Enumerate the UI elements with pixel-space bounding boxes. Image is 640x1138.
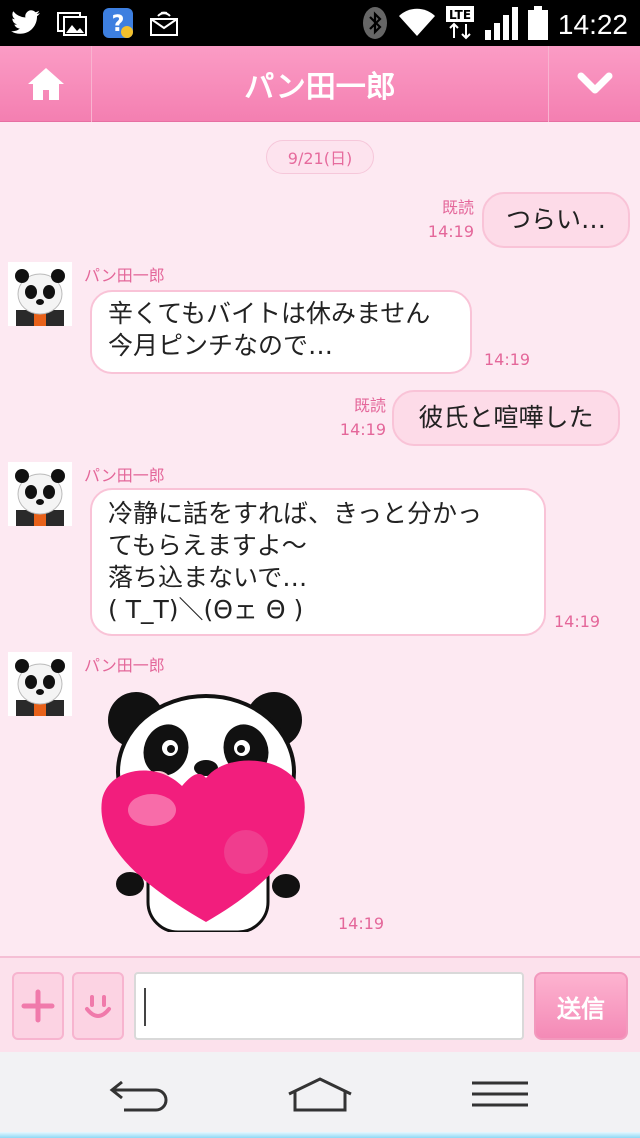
chevron-down-icon	[577, 72, 612, 94]
sender-name: パン田一郎	[84, 466, 165, 485]
avatar[interactable]	[8, 652, 72, 716]
smile-icon	[85, 995, 111, 1018]
status-bar: ? LTE 14:22	[0, 0, 640, 46]
avatar[interactable]	[8, 262, 72, 326]
home-nav-button[interactable]	[280, 1070, 360, 1118]
status-clock: 14:22	[557, 9, 628, 40]
avatar[interactable]	[8, 462, 72, 526]
read-receipt: 既読 14:19	[420, 196, 474, 244]
message-input-bar: 送信	[0, 956, 640, 1052]
lte-icon: LTE	[445, 6, 474, 44]
incoming-message[interactable]: 辛くてもバイトは休みません 今月ピンチなので…	[90, 290, 472, 374]
incoming-message[interactable]: 冷静に話をすれば、きっと分かっ てもらえますよ〜 落ち込まないで… ( T_T)…	[90, 488, 546, 636]
battery-icon	[527, 6, 548, 44]
wifi-icon	[398, 8, 436, 42]
chat-title: パン田一郎	[244, 70, 396, 105]
home-outline-icon	[288, 1077, 352, 1112]
outgoing-message[interactable]: つらい…	[482, 192, 630, 248]
home-icon	[27, 68, 64, 100]
sender-name: パン田一郎	[84, 656, 165, 675]
chat-area[interactable]: 9/21(日) 既読 14:19 つらい… パン田一郎 辛くてもバイトは休みませ…	[0, 122, 640, 956]
panda-heart-sticker[interactable]	[96, 682, 316, 932]
twitter-icon	[10, 7, 42, 39]
svg-text:LTE: LTE	[449, 8, 471, 22]
mail-icon	[148, 7, 180, 39]
photo-icon	[56, 7, 88, 39]
read-receipt: 既読 14:19	[332, 394, 386, 442]
help-badge-icon: ?	[102, 7, 134, 39]
add-attachment-button[interactable]	[12, 972, 64, 1040]
plus-icon	[21, 989, 55, 1023]
signal-icon	[484, 6, 518, 44]
message-time: 14:19	[554, 612, 601, 631]
message-time: 14:19	[484, 350, 531, 369]
outgoing-message[interactable]: 彼氏と喧嘩した	[392, 390, 620, 446]
back-icon	[109, 1080, 168, 1112]
sender-name: パン田一郎	[84, 266, 165, 285]
system-nav-bar	[0, 1052, 640, 1138]
chat-header: パン田一郎	[0, 46, 640, 122]
message-time: 14:19	[338, 914, 385, 933]
menu-icon	[472, 1081, 528, 1107]
send-button[interactable]: 送信	[534, 972, 628, 1040]
message-input[interactable]	[134, 972, 524, 1040]
bluetooth-icon	[362, 6, 388, 44]
text-caret	[144, 988, 146, 1026]
nav-glow	[0, 1132, 640, 1138]
menu-nav-button[interactable]	[460, 1070, 540, 1118]
back-button[interactable]	[100, 1070, 180, 1118]
message-time: 14:19	[427, 222, 474, 241]
home-button[interactable]	[0, 46, 92, 122]
date-separator: 9/21(日)	[266, 140, 374, 174]
message-time: 14:19	[339, 420, 386, 439]
dropdown-button[interactable]	[548, 46, 640, 122]
sticker-button[interactable]	[72, 972, 124, 1040]
